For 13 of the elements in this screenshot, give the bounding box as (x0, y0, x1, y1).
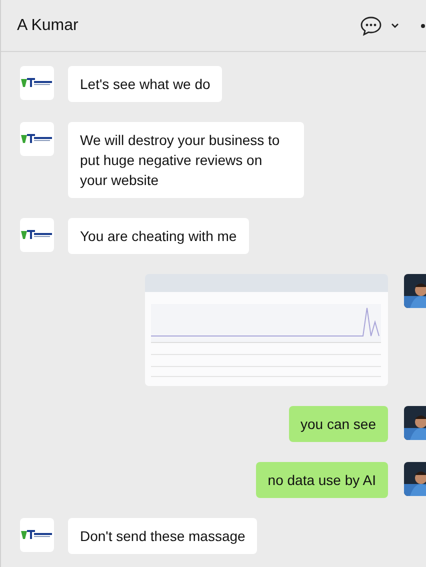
message-bubble: You are cheating with me (68, 218, 249, 254)
message-bubble: Don't send these massage (68, 518, 258, 554)
logo-icon (21, 132, 53, 146)
message-bubble: Let's see what we do (68, 66, 222, 102)
logo-icon (21, 528, 53, 542)
message-bubble: We will destroy your business to put huge negative reviews on your website (68, 122, 304, 198)
chevron-down-icon[interactable] (390, 22, 400, 30)
message-bubble: you can see (288, 406, 388, 442)
logo-icon (21, 228, 53, 242)
chat-icon[interactable] (360, 16, 382, 36)
logo-icon (21, 76, 53, 90)
message-bubble: no data use by AI (256, 462, 388, 498)
chat-title: A Kumar (17, 16, 78, 36)
